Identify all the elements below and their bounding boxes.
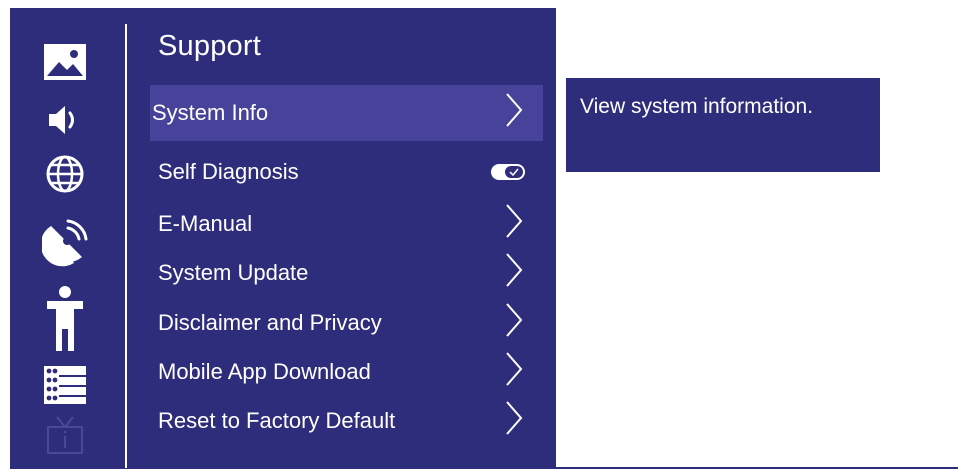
network-icon[interactable]: [42, 153, 88, 195]
picture-icon[interactable]: [42, 41, 88, 83]
menu-item-label: System Info: [152, 100, 269, 125]
chevron-right-icon: [505, 92, 523, 134]
menu-item-self-diagnosis[interactable]: Self Diagnosis: [150, 144, 543, 200]
menu-item-e-manual[interactable]: E-Manual: [150, 196, 543, 252]
accessibility-icon[interactable]: [42, 284, 88, 354]
rail-divider: [125, 24, 127, 468]
menu-item-system-update[interactable]: System Update: [150, 245, 543, 301]
category-rail: [10, 8, 124, 469]
check-icon: [505, 166, 523, 178]
broadcast-icon[interactable]: [42, 218, 88, 268]
description-text: View system information.: [580, 95, 814, 118]
chevron-right-icon: [505, 203, 523, 245]
menu-item-label: System Update: [158, 260, 309, 285]
description-panel: View system information.: [556, 8, 958, 467]
sound-icon[interactable]: [42, 99, 88, 141]
support-icon[interactable]: [42, 414, 88, 456]
menu-item-mobile-app-download[interactable]: Mobile App Download: [150, 344, 543, 400]
chevron-right-icon: [505, 351, 523, 393]
self-diagnosis-toggle[interactable]: [491, 164, 525, 180]
menu-item-label: Mobile App Download: [158, 359, 371, 384]
menu-item-label: E-Manual: [158, 211, 253, 236]
menu-item-system-info[interactable]: System Info: [150, 85, 543, 141]
menu-item-reset-to-factory-default[interactable]: Reset to Factory Default: [150, 393, 543, 449]
chevron-right-icon: [505, 302, 523, 344]
chevron-right-icon: [505, 252, 523, 294]
menu-item-disclaimer-and-privacy[interactable]: Disclaimer and Privacy: [150, 295, 543, 351]
menu-item-label: Reset to Factory Default: [158, 408, 396, 433]
general-icon[interactable]: [42, 364, 88, 406]
support-menu: Support System Info Self Diagnosis E-Man…: [150, 8, 545, 469]
chevron-right-icon: [505, 400, 523, 442]
menu-item-label: Disclaimer and Privacy: [158, 310, 382, 335]
description-box: View system information.: [566, 78, 880, 172]
menu-title: Support: [158, 30, 261, 62]
menu-item-label: Self Diagnosis: [158, 159, 299, 184]
